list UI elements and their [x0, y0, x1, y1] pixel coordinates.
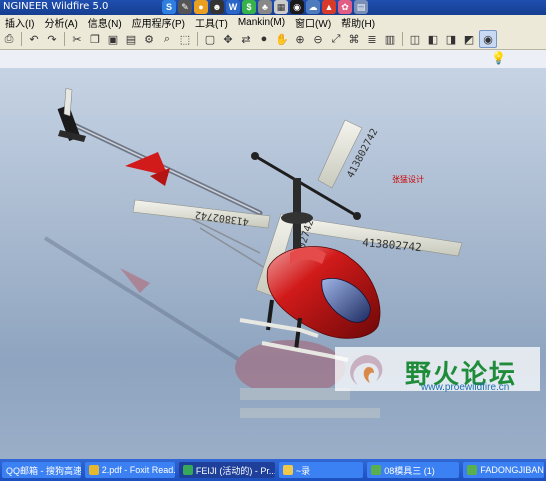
taskbar-item-label: FADONGJIBAN-1 — [480, 465, 544, 475]
regenerate-icon[interactable]: ⚙ — [141, 31, 157, 47]
folder-icon[interactable]: ▤ — [354, 0, 368, 14]
taskbar-item-label: 2.pdf - Foxit Read... — [101, 465, 175, 475]
paint-icon[interactable]: ✿ — [338, 0, 352, 14]
hidden-line-icon[interactable]: ◧ — [425, 31, 441, 47]
tool-icon[interactable]: ✎ — [178, 0, 192, 14]
watermark-url: www.proewildfire.cn — [421, 382, 510, 393]
status-strip: 💡 — [0, 50, 546, 69]
no-hidden-icon[interactable]: ◨ — [443, 31, 459, 47]
spin-center-icon[interactable]: ✥ — [220, 31, 236, 47]
pdf-icon[interactable]: ▲ — [322, 0, 336, 14]
view-manager-icon[interactable]: ▥ — [382, 31, 398, 47]
wireframe-icon[interactable]: ◫ — [407, 31, 423, 47]
green-app-icon[interactable]: $ — [242, 0, 256, 14]
graphics-viewport[interactable]: 413802742 413802742 413802742 413802742 — [0, 68, 546, 459]
calculator-icon[interactable]: ▦ — [274, 0, 288, 14]
cut-icon[interactable]: ✂ — [69, 31, 85, 47]
menu-help[interactable]: 帮助(H) — [336, 15, 380, 30]
toolbar-separator — [197, 32, 198, 46]
toolbar-separator — [21, 32, 22, 46]
pdf-icon — [88, 465, 99, 475]
windows-taskbar: QQ邮箱 - 搜狗高速... 2.pdf - Foxit Read... FEI… — [0, 459, 546, 481]
paste-icon[interactable]: ▣ — [105, 31, 121, 47]
app-icon[interactable]: ● — [194, 0, 208, 14]
fuselage — [266, 246, 381, 339]
folder-icon — [282, 465, 293, 475]
menu-bar: 插入(I) 分析(A) 信息(N) 应用程序(P) 工具(T) Mankin(M… — [0, 15, 546, 30]
taskbar-item-fadongjiban[interactable]: FADONGJIBAN-1 — [463, 462, 544, 478]
flame-logo-icon — [350, 355, 383, 385]
title-bar: NGINEER Wildfire 5.0 S ✎ ● ☻ W $ ♣ ▦ ◉ ☁… — [0, 0, 546, 15]
lightbulb-icon[interactable]: 💡 — [491, 51, 506, 65]
zoom-out-icon[interactable]: ⊖ — [310, 31, 326, 47]
taskbar-item-mold[interactable]: 08模具三 (1) — [367, 462, 460, 478]
enhanced-realism-icon[interactable]: ◉ — [479, 30, 497, 48]
menu-insert[interactable]: 插入(I) — [0, 15, 39, 30]
select-box-icon[interactable]: ⬚ — [177, 31, 193, 47]
taskbar-item-label: QQ邮箱 - 搜狗高速... — [6, 465, 81, 476]
taskbar-item-proe[interactable]: FEIJI (活动的) - Pr... — [178, 462, 275, 478]
orient-icon[interactable]: ⇄ — [238, 31, 254, 47]
redo-icon[interactable]: ↷ — [44, 31, 60, 47]
menu-applications[interactable]: 应用程序(P) — [127, 15, 190, 30]
network-icon[interactable]: ☁ — [306, 0, 320, 14]
pan-icon[interactable]: ✋ — [274, 31, 290, 47]
helicopter-model: 413802742 413802742 413802742 413802742 — [43, 87, 463, 418]
taskbar-item-label: FEIJI (活动的) - Pr... — [195, 465, 275, 476]
tail-rotor — [57, 87, 86, 142]
design-annotation: 张猛设计 — [392, 175, 424, 184]
layers-icon[interactable]: ≣ — [364, 31, 380, 47]
undo-icon[interactable]: ↶ — [26, 31, 42, 47]
zoom-in-icon[interactable]: ⊕ — [292, 31, 308, 47]
main-toolbar: ⎙ ↶ ↷ ✂ ❐ ▣ ▤ ⚙ ⌕ ⬚ ▢ ✥ ⇄ ● ✋ ⊕ ⊖ ⤢ ⌘ ≣ … — [0, 29, 546, 50]
floating-app-icons: S ✎ ● ☻ W $ ♣ ▦ ◉ ☁ ▲ ✿ ▤ — [162, 0, 368, 15]
word-icon[interactable]: W — [226, 0, 240, 14]
appearance-icon[interactable]: ● — [256, 31, 272, 47]
taskbar-item-folder[interactable]: ~录 — [278, 462, 364, 478]
redraw-icon[interactable]: ▢ — [202, 31, 218, 47]
sogou-icon[interactable]: S — [162, 0, 176, 14]
menu-analysis[interactable]: 分析(A) — [39, 15, 82, 30]
menu-mankin[interactable]: Mankin(M) — [233, 17, 290, 28]
upper-rotor-blade-top: 413802742 — [317, 119, 380, 189]
game-icon[interactable]: ♣ — [258, 0, 272, 14]
print-icon[interactable]: ⎙ — [1, 31, 17, 47]
toolbar-separator — [402, 32, 403, 46]
menu-info[interactable]: 信息(N) — [83, 15, 127, 30]
proe-icon — [371, 465, 382, 475]
taskbar-item-foxit[interactable]: 2.pdf - Foxit Read... — [84, 462, 175, 478]
saved-views-icon[interactable]: ⌘ — [346, 31, 362, 47]
toolbar-separator — [64, 32, 65, 46]
copy-icon[interactable]: ❐ — [87, 31, 103, 47]
paste-special-icon[interactable]: ▤ — [123, 31, 139, 47]
proe-icon — [182, 465, 193, 475]
shading-icon[interactable]: ◩ — [461, 31, 477, 47]
proe-icon — [467, 465, 478, 475]
menu-tools[interactable]: 工具(T) — [190, 15, 233, 30]
menu-window[interactable]: 窗口(W) — [290, 15, 336, 30]
media-icon[interactable]: ◉ — [290, 0, 304, 14]
refit-icon[interactable]: ⤢ — [328, 31, 344, 47]
taskbar-item-qqmail[interactable]: QQ邮箱 - 搜狗高速... — [2, 462, 81, 478]
find-icon[interactable]: ⌕ — [159, 31, 175, 47]
qq-penguin-icon[interactable]: ☻ — [210, 0, 224, 14]
taskbar-item-label: ~录 — [295, 465, 311, 476]
window-title: NGINEER Wildfire 5.0 — [3, 1, 109, 12]
taskbar-item-label: 08模具三 (1) — [384, 465, 435, 476]
